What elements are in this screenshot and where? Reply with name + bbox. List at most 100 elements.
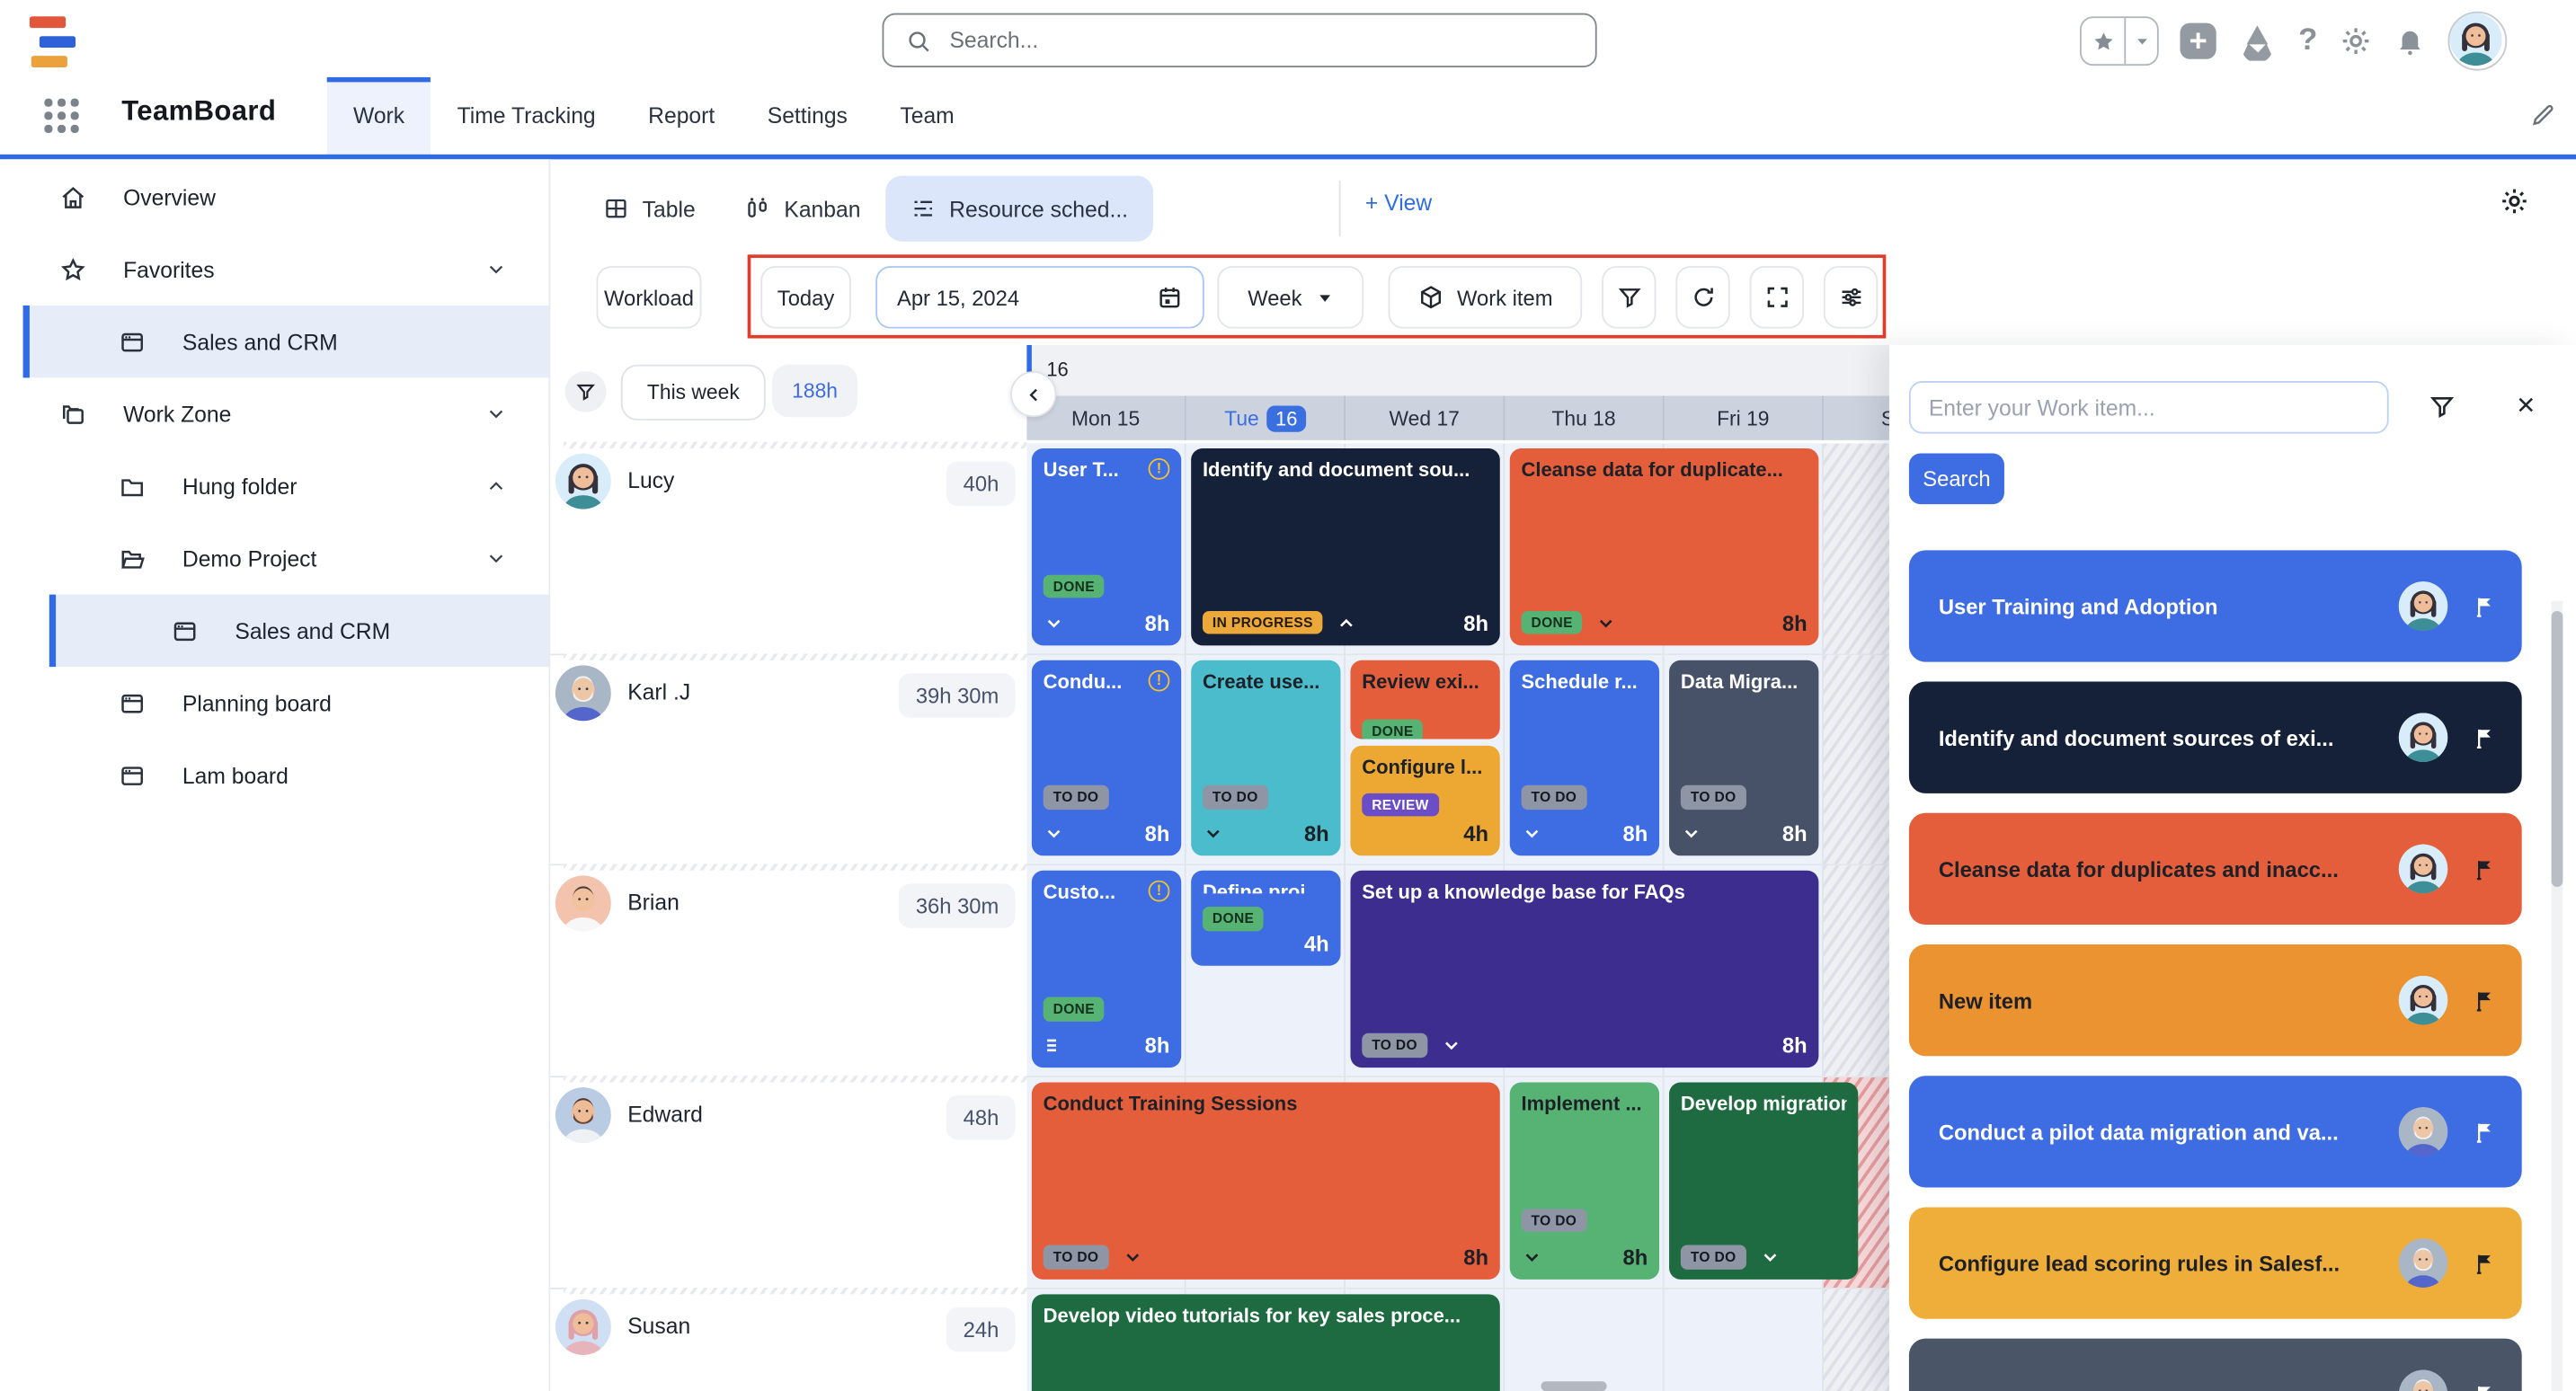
schedule-cell[interactable]: [1665, 1289, 1824, 1391]
resource-name-cell[interactable]: Karl .J39h 30m: [550, 655, 1026, 864]
display-settings-button[interactable]: [1824, 266, 1878, 328]
task-card[interactable]: Conduct Training SessionsTO DO8h: [1032, 1083, 1500, 1280]
milestone-flag-icon[interactable]: [2471, 594, 2495, 618]
panel-work-item[interactable]: Configure lead scoring rules in Salesf..…: [1909, 1207, 2522, 1318]
view-tab-resource-sched-[interactable]: Resource sched...: [885, 176, 1153, 242]
panel-search-button[interactable]: Search: [1909, 453, 2004, 504]
bell-icon[interactable]: [2393, 24, 2426, 58]
chevron-down-icon[interactable]: [484, 403, 508, 426]
range-select[interactable]: Week: [1217, 266, 1364, 328]
edit-pencil-icon[interactable]: [2530, 102, 2556, 128]
chevron-down-icon[interactable]: [1681, 823, 1702, 845]
sidebar-item-sales-and-crm[interactable]: Sales and CRM: [49, 595, 549, 667]
task-card[interactable]: Create use...TO DO8h: [1191, 660, 1340, 856]
chevron-down-icon[interactable]: [484, 258, 508, 281]
task-card[interactable]: Define proj...DONE4h: [1191, 871, 1340, 966]
app-switcher-icon[interactable]: [44, 99, 78, 133]
task-card[interactable]: Data Migra...TO DO8h: [1669, 660, 1818, 856]
resource-name-cell[interactable]: Brian36h 30m: [550, 866, 1026, 1076]
sidebar-item-work-zone[interactable]: Work Zone: [0, 377, 548, 449]
nav-tab-time-tracking[interactable]: Time Tracking: [431, 77, 622, 155]
create-plus-icon[interactable]: +: [2181, 23, 2216, 59]
milestone-flag-icon[interactable]: [2471, 725, 2495, 749]
panel-filter-icon[interactable]: [2429, 393, 2456, 421]
panel-work-item[interactable]: New item: [1909, 944, 2522, 1056]
panel-work-item[interactable]: Conduct a pilot data migration and va...: [1909, 1076, 2522, 1187]
nav-tab-report[interactable]: Report: [622, 77, 742, 155]
task-card[interactable]: Schedule r...TO DO8h: [1510, 660, 1659, 856]
nav-tab-team[interactable]: Team: [874, 77, 981, 155]
schedule-cell[interactable]: [1505, 1289, 1664, 1391]
horizontal-scrollbar[interactable]: [1541, 1381, 1606, 1391]
this-week-button[interactable]: This week: [621, 365, 766, 421]
view-tab-table[interactable]: Table: [578, 176, 720, 242]
panel-close-icon[interactable]: [2514, 393, 2538, 417]
sidebar-item-demo-project[interactable]: Demo Project: [0, 522, 548, 594]
add-view-button[interactable]: + View: [1365, 190, 1432, 215]
workload-button[interactable]: Workload: [596, 266, 701, 328]
filter-button[interactable]: [1602, 266, 1656, 328]
favorite-split-button[interactable]: [2080, 16, 2159, 66]
date-picker[interactable]: Apr 15, 2024: [875, 266, 1204, 328]
task-card[interactable]: Identify and document sou...IN PROGRESS8…: [1191, 448, 1500, 645]
chevron-up-icon[interactable]: [484, 474, 508, 498]
task-card[interactable]: Review exi...DONE: [1350, 660, 1499, 739]
caret-down-icon[interactable]: [2126, 18, 2157, 64]
search-input[interactable]: [946, 26, 1574, 54]
today-button[interactable]: Today: [760, 266, 851, 328]
milestone-flag-icon[interactable]: [2471, 988, 2495, 1012]
chevron-down-icon[interactable]: [1441, 1035, 1462, 1057]
milestone-flag-icon[interactable]: [2471, 856, 2495, 881]
milestone-flag-icon[interactable]: [2471, 1120, 2495, 1144]
sidebar-item-sales-and-crm[interactable]: Sales and CRM: [23, 306, 549, 377]
resource-name-cell[interactable]: Susan24h: [550, 1289, 1026, 1391]
milestone-flag-icon[interactable]: [2471, 1382, 2495, 1391]
sidebar-item-overview[interactable]: Overview: [0, 161, 548, 233]
user-avatar[interactable]: [2447, 12, 2507, 71]
sidebar-item-hung-folder[interactable]: Hung folder: [0, 450, 548, 522]
task-card[interactable]: Develop video tutorials for key sales pr…: [1032, 1294, 1500, 1391]
work-item-search-input[interactable]: [1909, 381, 2389, 433]
gear-automation-icon[interactable]: [2339, 24, 2372, 58]
star-icon[interactable]: [2082, 18, 2126, 64]
fullscreen-button[interactable]: [1750, 266, 1804, 328]
chevron-down-icon[interactable]: [1203, 823, 1224, 845]
panel-work-item[interactable]: Cleanse data for duplicates and inacc...: [1909, 813, 2522, 925]
milestone-flag-icon[interactable]: [2471, 1251, 2495, 1275]
panel-work-item[interactable]: [1909, 1339, 2522, 1391]
task-card[interactable]: Configure l...REVIEW4h: [1350, 745, 1499, 856]
collapse-panel-icon[interactable]: [1010, 371, 1056, 417]
task-card[interactable]: Implement ...TO DO8h: [1510, 1083, 1659, 1280]
work-item-button[interactable]: Work item: [1388, 266, 1582, 328]
nav-tab-settings[interactable]: Settings: [741, 77, 874, 155]
resource-name-cell[interactable]: Lucy40h: [550, 444, 1026, 653]
chevron-down-icon[interactable]: [1759, 1246, 1781, 1268]
view-tab-kanban[interactable]: Kanban: [720, 176, 885, 242]
chevron-down-icon[interactable]: [1122, 1246, 1143, 1268]
nav-tab-work[interactable]: Work: [327, 77, 431, 155]
chevron-down-icon[interactable]: [1522, 823, 1543, 845]
chevron-down-icon[interactable]: [484, 547, 508, 571]
task-card[interactable]: Condu...!TO DO8h: [1032, 660, 1181, 856]
chevron-up-icon[interactable]: [1336, 612, 1357, 633]
task-card[interactable]: Set up a knowledge base for FAQsTO DO8h: [1350, 871, 1818, 1068]
menu-icon[interactable]: [1044, 1035, 1065, 1057]
app-logo-icon[interactable]: [2237, 22, 2277, 61]
resource-name-cell[interactable]: Edward48h: [550, 1077, 1026, 1287]
panel-scrollbar-thumb[interactable]: [2552, 611, 2563, 887]
chevron-down-icon[interactable]: [1044, 823, 1065, 845]
schedule-filter-icon[interactable]: [565, 371, 607, 412]
refresh-button[interactable]: [1675, 266, 1729, 328]
panel-work-item[interactable]: Identify and document sources of exi...: [1909, 682, 2522, 793]
sidebar-item-lam-board[interactable]: Lam board: [0, 740, 548, 811]
sidebar-item-planning-board[interactable]: Planning board: [0, 667, 548, 739]
global-search[interactable]: [883, 13, 1597, 67]
task-card[interactable]: Custo...!DONE8h: [1032, 871, 1181, 1068]
chevron-down-icon[interactable]: [1595, 612, 1617, 633]
chevron-down-icon[interactable]: [1522, 1246, 1543, 1268]
chevron-down-icon[interactable]: [1044, 612, 1065, 633]
help-icon[interactable]: ?: [2298, 23, 2317, 59]
panel-work-item[interactable]: User Training and Adoption: [1909, 550, 2522, 661]
task-card[interactable]: Develop migration...TO DO: [1669, 1083, 1858, 1280]
task-card[interactable]: User T...!DONE8h: [1032, 448, 1181, 645]
